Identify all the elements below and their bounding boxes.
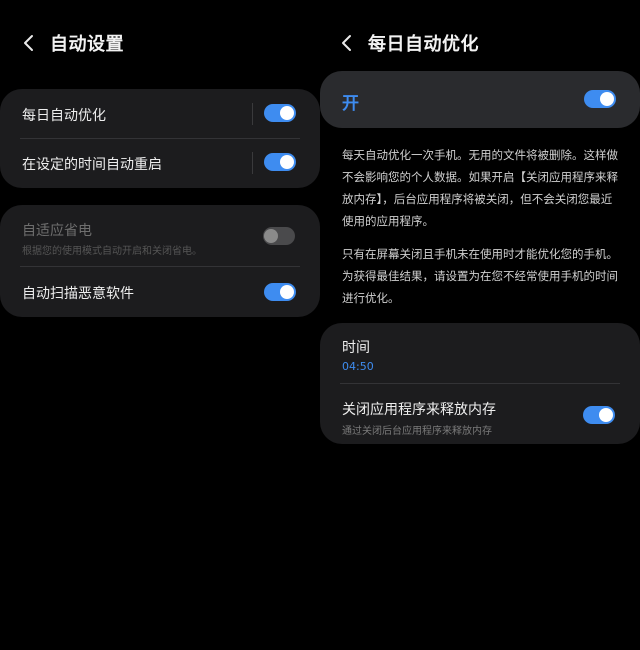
separator [252,103,253,125]
toggle-knob [280,106,294,120]
auto-settings-screen: 自动设置 每日自动优化 在设定的时间自动重启 自适应省电 根据您的使用模式自动开… [0,0,320,650]
settings-card-1: 每日自动优化 在设定的时间自动重启 [0,89,320,188]
time-label: 时间 [342,340,370,356]
row-label: 每日自动优化 [22,108,106,124]
toggle-knob [280,155,294,169]
description-2: 只有在屏幕关闭且手机未在使用时才能优化您的手机。为获得最佳结果，请设置为在您不经… [342,247,618,305]
options-card: 时间 04:50 关闭应用程序来释放内存 通过关闭后台应用程序来释放内存 [320,323,640,444]
settings-card-2: 自适应省电 根据您的使用模式自动开启和关闭省电。 自动扫描恶意软件 [0,205,320,317]
master-switch-label: 开 [342,94,359,114]
time-value: 04:50 [342,360,374,373]
back-button[interactable] [332,28,362,58]
toggle-knob [600,92,614,106]
malware-scan-toggle[interactable] [264,283,296,301]
row-label: 自动扫描恶意软件 [22,286,134,302]
row-adaptive-power-saving[interactable]: 自适应省电 根据您的使用模式自动开启和关闭省电。 [0,205,320,266]
row-sublabel: 根据您的使用模式自动开启和关闭省电。 [22,246,202,257]
row-label: 在设定的时间自动重启 [22,157,162,173]
toggle-knob [280,285,294,299]
toggle-knob [599,408,613,422]
page-title: 自动设置 [50,34,124,55]
master-switch-card[interactable]: 开 [320,71,640,128]
row-label: 自适应省电 [22,223,92,239]
description-1: 每天自动优化一次手机。无用的文件将被删除。这样做不会影响您的个人数据。如果开启【… [342,148,618,228]
row-free-memory[interactable]: 关闭应用程序来释放内存 通过关闭后台应用程序来释放内存 [320,384,640,444]
row-time[interactable]: 时间 04:50 [320,323,640,383]
free-memory-label: 关闭应用程序来释放内存 [342,402,496,418]
header: 每日自动优化 [320,26,640,60]
master-toggle[interactable] [584,90,616,108]
back-button[interactable] [14,28,44,58]
chevron-left-icon [342,35,351,51]
header: 自动设置 [0,26,320,60]
free-memory-sublabel: 通过关闭后台应用程序来释放内存 [342,426,492,437]
separator [252,152,253,174]
adaptive-power-saving-toggle[interactable] [263,227,295,245]
chevron-left-icon [24,35,33,51]
auto-restart-toggle[interactable] [264,153,296,171]
row-auto-restart[interactable]: 在设定的时间自动重启 [0,139,320,188]
free-memory-toggle[interactable] [583,406,615,424]
page-title: 每日自动优化 [368,34,479,55]
row-daily-optimization[interactable]: 每日自动优化 [0,89,320,138]
row-malware-scan[interactable]: 自动扫描恶意软件 [0,267,320,317]
toggle-knob [264,229,278,243]
daily-optimization-toggle[interactable] [264,104,296,122]
